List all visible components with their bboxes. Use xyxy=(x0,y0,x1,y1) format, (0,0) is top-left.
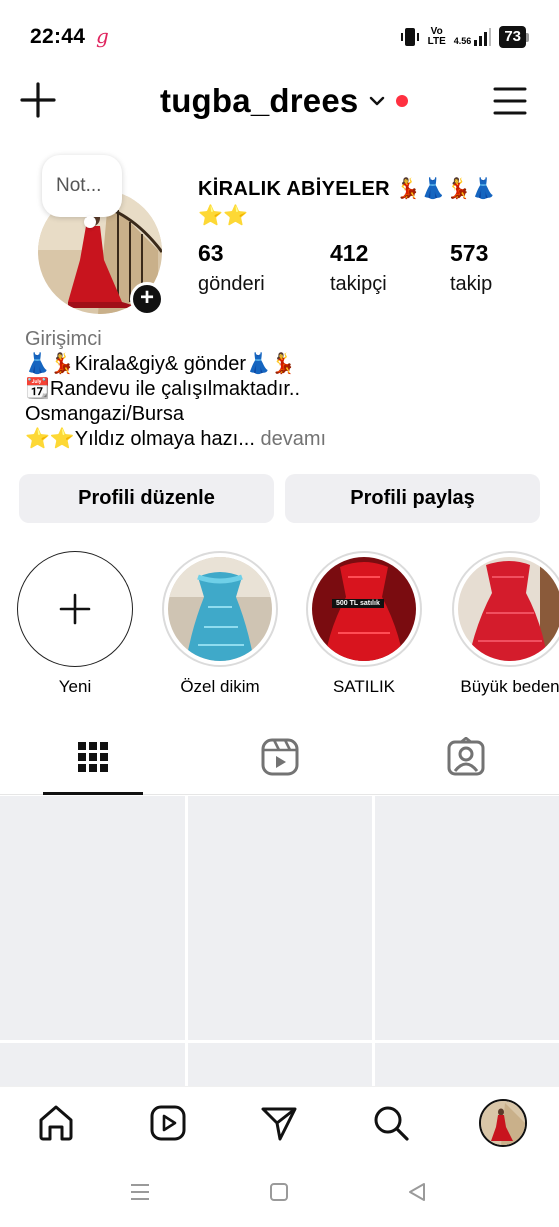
post-placeholder[interactable] xyxy=(375,1043,559,1086)
note-text: Not... xyxy=(56,175,102,196)
status-time: 22:44 xyxy=(30,25,86,48)
post-placeholder[interactable] xyxy=(188,1043,372,1086)
highlight-item[interactable]: 500 TL satılık SATILIK xyxy=(304,551,424,697)
note-bubble-tail xyxy=(84,216,96,228)
net-speed: 4.56 xyxy=(453,36,472,46)
reels-icon[interactable] xyxy=(148,1103,188,1143)
highlight-item[interactable]: Büyük beden xyxy=(450,551,559,697)
chevron-down-icon xyxy=(370,96,385,106)
home-button-icon[interactable] xyxy=(267,1180,291,1204)
bio-line: 📆Randevu ile çalışılmaktadır.. xyxy=(25,378,301,400)
highlight-cover xyxy=(168,557,272,661)
status-bar: 22:44 g Vo LTE 4.56 73 xyxy=(0,0,559,72)
reels-icon[interactable] xyxy=(260,737,300,777)
highlight-cover: 500 TL satılık xyxy=(312,557,416,661)
status-indicators: Vo LTE 4.56 73 xyxy=(400,26,529,48)
bio-line: 👗💃Kirala&giy& gönder👗💃 xyxy=(25,353,296,375)
recents-icon[interactable] xyxy=(128,1180,152,1204)
plus-icon[interactable] xyxy=(18,80,58,120)
stat-following-label: takip xyxy=(450,273,493,295)
plus-icon xyxy=(59,593,91,625)
volte-indicator: Vo LTE xyxy=(427,26,446,47)
post-placeholder[interactable] xyxy=(0,796,185,1040)
stat-posts[interactable]: 63 gönderi xyxy=(198,240,265,296)
profile-header: tugba_drees xyxy=(0,76,559,136)
notification-dot xyxy=(396,95,409,107)
active-tab-indicator xyxy=(43,792,143,795)
posts-grid xyxy=(0,796,559,1086)
stat-followers-value: 412 xyxy=(330,240,369,266)
bottom-navigation xyxy=(0,1086,559,1160)
note-bubble[interactable]: Not... xyxy=(42,155,122,217)
edit-profile-button[interactable]: Profili düzenle xyxy=(19,474,274,523)
highlight-item[interactable]: Özel dikim xyxy=(160,551,280,697)
back-icon[interactable] xyxy=(405,1180,429,1204)
story-highlights: Yeni Özel dikim 500 TL satılık SATILIK B… xyxy=(0,551,559,701)
display-name: KİRALIK ABİYELER 💃👗💃👗⭐⭐ xyxy=(198,178,497,227)
app-notification-icon: g xyxy=(96,24,109,48)
bio-line-truncated: ⭐⭐Yıldız olmaya hazı... devamı xyxy=(25,428,327,450)
highlight-label: Özel dikim xyxy=(180,677,260,696)
stat-following[interactable]: 573 takip xyxy=(450,240,492,296)
battery-level: 73 xyxy=(499,26,526,48)
stat-posts-label: gönderi xyxy=(198,273,265,295)
stat-posts-value: 63 xyxy=(198,240,224,266)
stat-followers-label: takipçi xyxy=(330,273,387,295)
bio-line: Osmangazi/Bursa xyxy=(25,403,184,425)
stat-followers[interactable]: 412 takipçi xyxy=(330,240,387,296)
stat-following-value: 573 xyxy=(450,240,489,266)
system-navigation-bar xyxy=(0,1160,559,1227)
menu-icon[interactable] xyxy=(493,86,527,116)
share-profile-button[interactable]: Profili paylaş xyxy=(285,474,540,523)
account-switcher[interactable]: tugba_drees xyxy=(160,82,409,120)
search-icon[interactable] xyxy=(371,1103,411,1143)
tagged-icon[interactable] xyxy=(446,737,486,777)
vibrate-icon xyxy=(400,28,419,46)
grid-icon[interactable] xyxy=(73,737,113,777)
highlight-label: SATILIK xyxy=(332,677,396,696)
send-icon[interactable] xyxy=(259,1103,299,1143)
post-placeholder[interactable] xyxy=(0,1043,185,1086)
highlight-label: Yeni xyxy=(58,677,92,696)
bio-more-link[interactable]: devamı xyxy=(255,428,326,450)
battery-indicator: 73 xyxy=(499,26,529,48)
add-story-icon[interactable]: + xyxy=(130,282,164,316)
username: tugba_drees xyxy=(160,82,359,119)
signal-indicator: 4.56 xyxy=(454,28,492,46)
profile-tabs xyxy=(0,725,559,795)
profile-bio: Girişimci 👗💃Kirala&giy& gönder👗💃 📆Randev… xyxy=(25,327,545,452)
highlight-label: Büyük beden xyxy=(460,677,559,696)
highlight-badge: 500 TL satılık xyxy=(332,599,384,608)
bio-category: Girişimci xyxy=(25,328,102,350)
highlight-new[interactable]: Yeni xyxy=(15,551,135,697)
home-icon[interactable] xyxy=(36,1103,76,1143)
post-placeholder[interactable] xyxy=(375,796,559,1040)
profile-avatar[interactable] xyxy=(479,1099,527,1147)
new-highlight-circle xyxy=(17,551,133,667)
highlight-cover xyxy=(458,557,559,661)
signal-bars-icon xyxy=(474,28,492,46)
post-placeholder[interactable] xyxy=(188,796,372,1040)
